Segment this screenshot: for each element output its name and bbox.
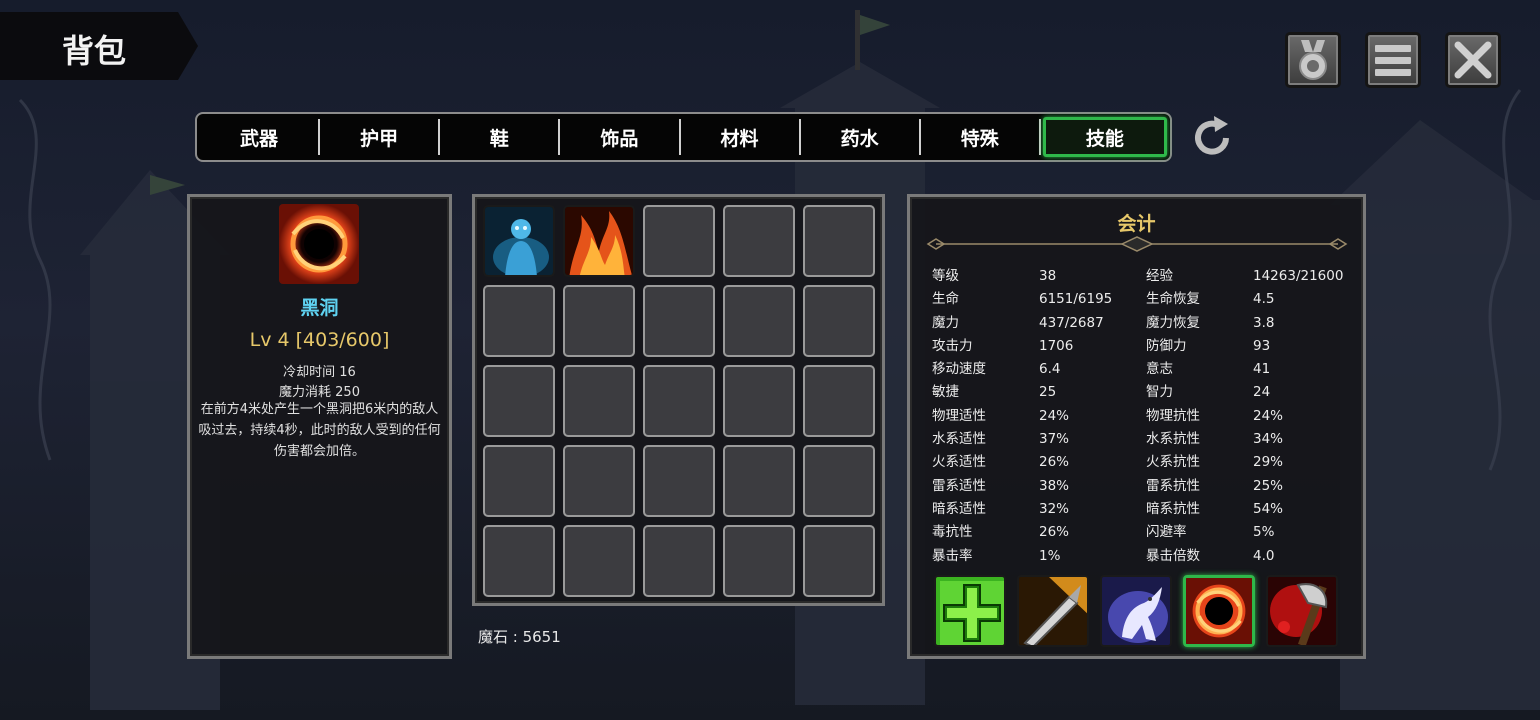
stat-row: 毒抗性 26% 闪避率 5% <box>932 524 1275 541</box>
black-hole-icon <box>279 204 359 284</box>
inventory-grid <box>483 205 875 597</box>
tab-special[interactable]: 特殊 <box>921 119 1041 155</box>
inventory-slot[interactable] <box>483 365 555 437</box>
inventory-slot[interactable] <box>483 285 555 357</box>
inventory-slot[interactable] <box>563 365 635 437</box>
inventory-slot[interactable] <box>723 365 795 437</box>
stat-row: 敏捷 25 智力 24 <box>932 384 1271 401</box>
page-title: 背包 <box>62 32 127 70</box>
skill-level: Lv 4 [403/600] <box>249 329 390 351</box>
tab-potions[interactable]: 药水 <box>801 119 921 155</box>
skill-detail-panel: 黑洞 Lv 4 [403/600] 冷却时间 16 魔力消耗 250 在前方4米… <box>187 194 452 659</box>
tab-accessories[interactable]: 饰品 <box>560 119 681 155</box>
tab-weapons[interactable]: 武器 <box>200 119 321 155</box>
tab-skills[interactable]: 技能 <box>1042 117 1167 157</box>
inventory-slot[interactable] <box>643 205 715 277</box>
stat-row: 等级 38 经验 14263/21600 <box>932 268 1344 284</box>
inventory-panel <box>472 194 885 606</box>
black-hole-icon[interactable] <box>1183 575 1255 647</box>
inventory-slot[interactable] <box>563 285 635 357</box>
stats-title: 会计 <box>1117 213 1156 235</box>
close-button[interactable] <box>1445 32 1501 88</box>
skill-description: 在前方4米处产生一个黑洞把6米内的敌人吸过去，持续4秒，此时的敌人受到的任何伤害… <box>198 402 441 459</box>
stat-row: 暴击率 1% 暴击倍数 4.0 <box>932 547 1275 564</box>
magic-stone-count: 魔石 : 5651 <box>478 628 561 646</box>
menu-button[interactable] <box>1365 32 1421 88</box>
stats-panel: 会计 等级 38 经验 14263/21600 生命 6151/6195 生命恢复 4.5 … <box>907 194 1366 659</box>
inventory-slot[interactable] <box>803 445 875 517</box>
inventory-slot[interactable] <box>643 445 715 517</box>
fire-skill-icon[interactable] <box>563 205 635 277</box>
stat-row: 物理适性 24% 物理抗性 24% <box>932 407 1284 424</box>
hamburger-menu-icon <box>1375 45 1411 76</box>
skill-cooldown: 冷却时间 16 <box>283 365 356 380</box>
sword-slash-icon[interactable] <box>1017 575 1089 647</box>
inventory-slot[interactable] <box>803 285 875 357</box>
stat-row: 魔力 437/2687 魔力恢复 3.8 <box>932 314 1275 331</box>
inventory-slot[interactable] <box>643 365 715 437</box>
inventory-slot[interactable] <box>723 445 795 517</box>
inventory-slot[interactable] <box>723 205 795 277</box>
close-icon <box>1454 41 1492 79</box>
tab-shoes[interactable]: 鞋 <box>440 119 561 155</box>
medal-button[interactable] <box>1285 32 1341 88</box>
medal-icon <box>1299 40 1327 80</box>
inventory-slot[interactable] <box>483 525 555 597</box>
stat-row: 生命 6151/6195 生命恢复 4.5 <box>932 291 1275 308</box>
inventory-slot[interactable] <box>643 525 715 597</box>
spirit-skill-icon[interactable] <box>483 205 555 277</box>
ghost-beast-icon[interactable] <box>1100 575 1172 647</box>
inventory-slot[interactable] <box>803 365 875 437</box>
refresh-icon[interactable] <box>1188 114 1236 162</box>
title-tab: 背包 <box>0 12 198 80</box>
tab-armor[interactable]: 护甲 <box>320 119 441 155</box>
equipped-skills-bar <box>934 575 1338 647</box>
skill-name: 黑洞 <box>300 297 339 319</box>
stat-row: 火系适性 26% 火系抗性 29% <box>932 454 1284 471</box>
heal-cross-icon[interactable] <box>934 575 1006 647</box>
inventory-slot[interactable] <box>563 445 635 517</box>
inventory-slot[interactable] <box>803 205 875 277</box>
bloody-axe-icon[interactable] <box>1266 575 1338 647</box>
ornament-divider <box>926 236 1348 252</box>
inventory-slot[interactable] <box>563 525 635 597</box>
inventory-slot[interactable] <box>483 445 555 517</box>
category-tabs: 武器 护甲 鞋 饰品 材料 药水 特殊 技能 <box>195 112 1172 162</box>
inventory-slot[interactable] <box>723 285 795 357</box>
tab-materials[interactable]: 材料 <box>681 119 801 155</box>
stat-row: 雷系适性 38% 雷系抗性 25% <box>932 477 1284 494</box>
stat-row: 移动速度 6.4 意志 41 <box>932 361 1271 378</box>
stat-row: 水系适性 37% 水系抗性 34% <box>932 431 1284 448</box>
stat-row: 攻击力 1706 防御力 93 <box>932 337 1271 354</box>
inventory-slot[interactable] <box>643 285 715 357</box>
stat-row: 暗系适性 32% 暗系抗性 54% <box>932 500 1284 517</box>
stats-table: 等级 38 经验 14263/21600 生命 6151/6195 生命恢复 4.5 魔力 4… <box>932 265 1353 568</box>
skill-mana-cost: 魔力消耗 250 <box>279 385 360 400</box>
inventory-slot[interactable] <box>803 525 875 597</box>
inventory-slot[interactable] <box>723 525 795 597</box>
